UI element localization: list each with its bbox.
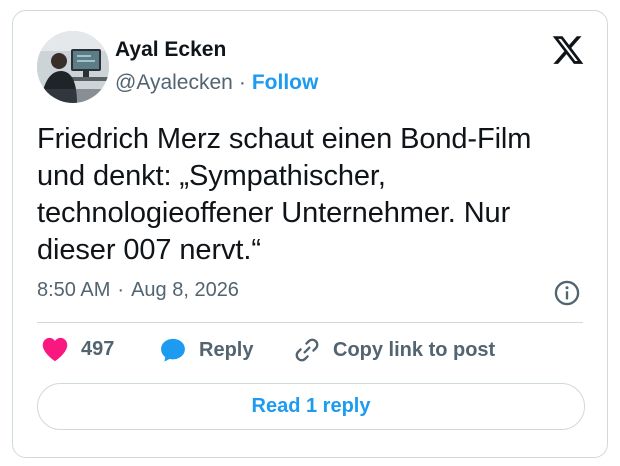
reply-button[interactable]: Reply — [159, 336, 253, 364]
speech-bubble-icon — [161, 338, 185, 362]
follow-button[interactable]: Follow — [252, 71, 319, 95]
tweet-line: und denkt: „Sympathischer, — [37, 160, 386, 192]
tweet-timestamp[interactable]: 8:50 AM · Aug 8, 2026 — [37, 279, 239, 302]
heart-icon — [42, 337, 68, 362]
copy-link-label: Copy link to post — [333, 338, 496, 361]
read-reply-button[interactable]: Read 1 reply — [37, 383, 585, 430]
x-logo-icon[interactable] — [551, 33, 585, 67]
handle-separator: · — [238, 71, 246, 94]
avatar-photo — [37, 31, 109, 103]
tweet-line: Friedrich Merz schaut einen Bond-Film — [37, 123, 532, 155]
tweet-time: 8:50 AM — [37, 279, 111, 301]
tweet-card: Ayal Ecken @Ayalecken · Follow Friedrich… — [12, 10, 608, 458]
author-name[interactable]: Ayal Ecken — [115, 38, 226, 62]
link-icon — [295, 338, 319, 362]
tweet-date: Aug 8, 2026 — [131, 279, 239, 301]
copy-link-button[interactable]: Copy link to post — [293, 336, 495, 364]
handle-row: @Ayalecken · Follow — [115, 71, 318, 95]
divider — [37, 322, 583, 323]
like-button[interactable]: 497 — [41, 336, 114, 362]
timestamp-separator: · — [117, 279, 125, 301]
tweet-line: dieser 007 nervt.“ — [37, 234, 261, 266]
info-icon[interactable] — [553, 279, 581, 307]
avatar[interactable] — [37, 31, 109, 103]
author-handle[interactable]: @Ayalecken — [115, 71, 233, 95]
like-count: 497 — [81, 337, 115, 360]
tweet-line: technologieoffener Unternehmer. Nur — [37, 197, 511, 229]
reply-label: Reply — [199, 338, 254, 361]
tweet-text: Friedrich Merz schaut einen Bond-Film un… — [37, 121, 577, 269]
